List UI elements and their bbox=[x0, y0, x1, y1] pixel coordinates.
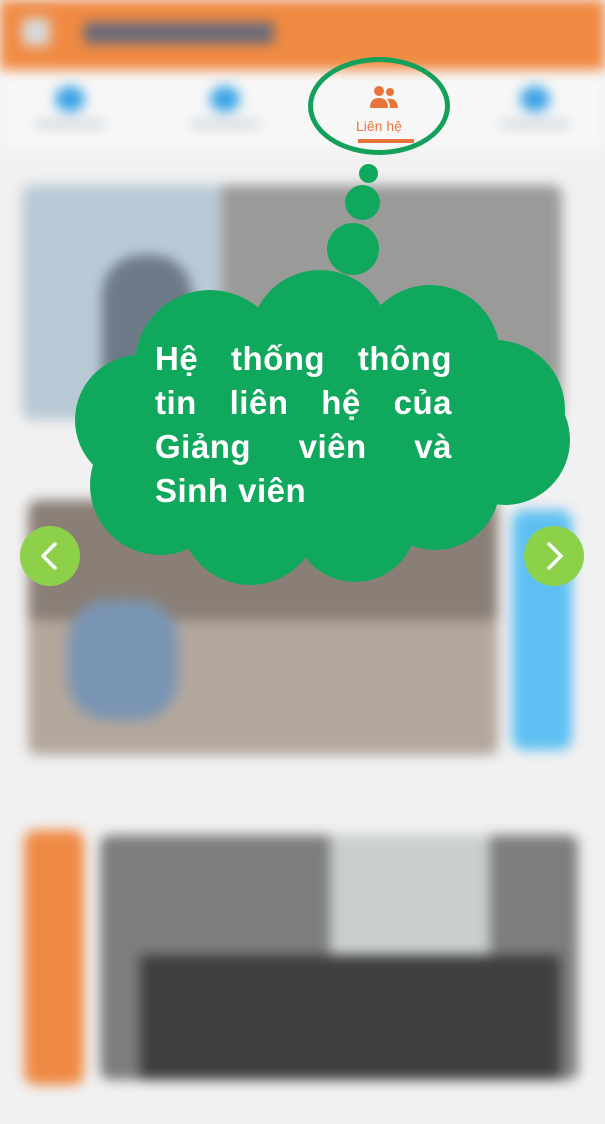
photo-panel bbox=[140, 955, 560, 1080]
side-card-orange[interactable] bbox=[24, 830, 84, 1085]
tab-4[interactable] bbox=[480, 80, 590, 140]
chevron-left-icon bbox=[41, 542, 57, 570]
photo-figure bbox=[68, 600, 178, 720]
tab-label-placeholder bbox=[190, 120, 260, 128]
thought-bubble-dot bbox=[359, 164, 378, 183]
tab-icon bbox=[210, 86, 240, 112]
photo-panel bbox=[330, 835, 490, 955]
photo-card-3[interactable] bbox=[100, 835, 578, 1080]
previous-button[interactable] bbox=[20, 526, 80, 586]
highlight-ring bbox=[308, 57, 450, 155]
next-button[interactable] bbox=[524, 526, 584, 586]
tab-icon bbox=[520, 86, 550, 112]
tab-label-placeholder bbox=[500, 120, 570, 128]
tab-icon bbox=[55, 86, 85, 112]
tab-label-placeholder bbox=[35, 120, 105, 128]
callout-text: Hệ thống thông tin liên hệ của Giảng viê… bbox=[155, 340, 452, 509]
tab-2[interactable] bbox=[170, 80, 280, 140]
menu-icon[interactable] bbox=[22, 18, 50, 46]
thought-bubble-dot bbox=[345, 185, 380, 220]
app-header bbox=[0, 0, 605, 70]
tab-1[interactable] bbox=[15, 80, 125, 140]
app-frame: Liên hệ Hệ thống thông tin liên hệ của G… bbox=[0, 0, 605, 1124]
tab-bar bbox=[0, 70, 605, 150]
app-logo bbox=[84, 22, 274, 44]
thought-bubble-dot bbox=[327, 223, 379, 275]
chevron-right-icon bbox=[547, 542, 563, 570]
